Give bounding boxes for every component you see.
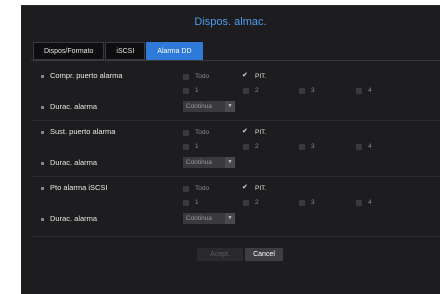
checkbox-pit[interactable]: PIT. [242,127,266,137]
checkbox-icon [299,143,305,150]
cancel-button[interactable]: Cancel [245,248,283,261]
checkbox-all[interactable]: Todo [183,129,209,136]
checkbox-all[interactable]: Todo [183,185,209,192]
alarm-duration-label: Durac. alarma [41,214,97,223]
checkbox-icon [183,199,189,206]
checkbox-port-1[interactable]: 1 [183,143,199,150]
checkbox-icon [183,129,189,136]
checkbox-pit[interactable]: PIT. [242,71,266,81]
checkmark-icon [242,71,249,80]
checkbox-port-3[interactable]: 3 [299,199,315,206]
storage-device-dialog: Dispos. almac. Dispos/Formato iSCSI Alar… [21,5,440,294]
bullet-icon [41,217,44,221]
dropdown-arrow-icon: ▼ [225,213,235,224]
checkbox-icon [299,87,305,94]
tab-iscsi[interactable]: iSCSI [105,42,146,60]
alarm-duration-label: Durac. alarma [41,158,97,167]
checkbox-all[interactable]: Todo [183,73,209,80]
iscsi-alarm-port-label: Pto alarma iSCSI [41,183,108,192]
button-bar: Acept. Cancel [21,248,440,261]
alarm-duration-select[interactable]: Continua ▼ [183,101,235,112]
checkbox-icon [356,87,362,94]
alarm-duration-label: Durac. alarma [41,102,97,111]
checkbox-port-1[interactable]: 1 [183,199,199,206]
dropdown-arrow-icon: ▼ [225,101,235,112]
alarm-duration-select[interactable]: Continua ▼ [183,213,235,224]
checkbox-port-3[interactable]: 3 [299,87,315,94]
section-divider [31,176,440,177]
checkbox-icon [183,87,189,94]
checkbox-icon [183,185,189,192]
alarm-duration-select[interactable]: Continua ▼ [183,157,235,168]
checkbox-port-2[interactable]: 2 [243,87,259,94]
checkbox-icon [183,143,189,150]
section-divider [31,120,440,121]
tab-underline [31,60,440,61]
checkbox-port-4[interactable]: 4 [356,143,372,150]
accept-button[interactable]: Acept. [197,248,243,261]
bullet-icon [41,130,44,134]
tab-bar: Dispos/Formato iSCSI Alarma DD [33,42,204,60]
replace-alarm-port-section: Sust. puerto alarma Todo PIT. 1 2 3 4 Du… [31,124,440,180]
bullet-icon [41,186,44,190]
checkbox-port-3[interactable]: 3 [299,143,315,150]
checkbox-port-1[interactable]: 1 [183,87,199,94]
dialog-title: Dispos. almac. [194,16,267,28]
checkbox-port-4[interactable]: 4 [356,199,372,206]
checkmark-icon [242,127,249,136]
checkbox-icon [356,199,362,206]
checkbox-port-2[interactable]: 2 [243,143,259,150]
dropdown-arrow-icon: ▼ [225,157,235,168]
checkbox-pit[interactable]: PIT. [242,183,266,193]
checkmark-icon [242,183,249,192]
check-alarm-port-label: Compr. puerto alarma [41,71,123,80]
checkbox-icon [299,199,305,206]
tab-device-format[interactable]: Dispos/Formato [33,42,105,60]
checkbox-icon [243,87,249,94]
checkbox-port-4[interactable]: 4 [356,87,372,94]
check-alarm-port-section: Compr. puerto alarma Todo PIT. 1 2 3 4 D… [31,68,440,124]
tab-hdd-alarm[interactable]: Alarma DD [146,42,203,60]
checkbox-icon [243,199,249,206]
checkbox-icon [183,73,189,80]
replace-alarm-port-label: Sust. puerto alarma [41,127,115,136]
checkbox-port-2[interactable]: 2 [243,199,259,206]
checkbox-icon [243,143,249,150]
section-divider [31,236,440,237]
bullet-icon [41,161,44,165]
bullet-icon [41,105,44,109]
checkbox-icon [356,143,362,150]
iscsi-alarm-port-section: Pto alarma iSCSI Todo PIT. 1 2 3 4 Durac… [31,180,440,236]
bullet-icon [41,74,44,78]
